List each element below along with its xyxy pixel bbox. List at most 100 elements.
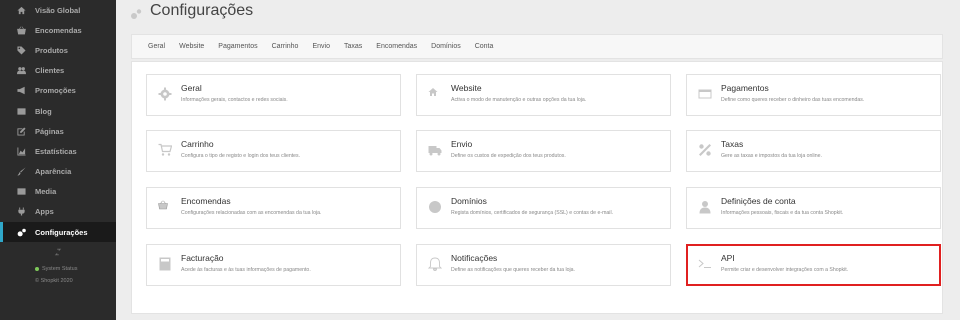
settings-card-api[interactable]: API Permite criar e desenvolver integraçõ… — [686, 244, 941, 286]
card-title: Geral — [181, 83, 202, 93]
card-description: Informações pessoais, fiscais e da tua c… — [721, 210, 844, 216]
settings-card-facturacao[interactable]: Facturação Acede às facturas e às tuas in… — [146, 244, 401, 286]
chart-icon — [16, 146, 26, 156]
sidebar-item-configuracoes[interactable]: Configurações — [0, 222, 116, 243]
tab-encomendas[interactable]: Encomendas — [376, 43, 417, 50]
sidebar-item-promocoes[interactable]: Promoções — [0, 81, 116, 101]
sidebar-item-label: Media — [35, 187, 57, 197]
card-description: Define as notificações que queres recebe… — [451, 267, 576, 273]
sidebar-item-label: Blog — [35, 106, 52, 116]
tag-icon — [16, 45, 26, 55]
edit-icon — [16, 126, 26, 136]
card-description: Regista domínios, certificados de segura… — [451, 210, 614, 216]
tab-website[interactable]: Website — [179, 43, 204, 50]
card-description: Gere as taxas e impostos da tua loja onl… — [721, 153, 822, 159]
card-description: Permite criar e desenvolver integrações … — [721, 267, 849, 273]
sidebar-item-label: Promoções — [35, 86, 76, 96]
sidebar-item-label: Apps — [35, 207, 54, 217]
calculator-icon — [158, 257, 172, 271]
basket-icon — [16, 25, 26, 35]
home-icon — [16, 5, 26, 15]
card-description: Define como queres receber o dinheiro da… — [721, 97, 865, 103]
card-description: Configura o tipo de registo e login dos … — [181, 153, 301, 159]
card-title: Envio — [451, 139, 473, 149]
card-description: Informações gerais, contactos e redes so… — [181, 97, 288, 103]
settings-card-notificacoes[interactable]: Notificações Define as notificações que q… — [416, 244, 671, 286]
settings-card-website[interactable]: Website Activa o modo de manutenção e out… — [416, 74, 671, 116]
cogs-icon — [16, 227, 26, 237]
sidebar-item-clientes[interactable]: Clientes — [0, 61, 116, 81]
sidebar-item-media[interactable]: Media — [0, 182, 116, 202]
tab-taxas[interactable]: Taxas — [344, 43, 362, 50]
home-icon — [428, 87, 442, 101]
card-title: Domínios — [451, 196, 487, 206]
cart-icon — [158, 143, 173, 157]
app-root: Visão Global Encomendas Produtos Clientes Pr… — [0, 0, 960, 320]
settings-panel: Geral Informações gerais, contactos e red… — [131, 61, 943, 314]
settings-tabs: Geral Website Pagamentos Carrinho Envio Taxas… — [131, 34, 943, 59]
card-description: Configurações relacionadas com as encome… — [181, 210, 322, 216]
sidebar-item-blog[interactable]: Blog — [0, 101, 116, 121]
sidebar-item-encomendas[interactable]: Encomendas — [0, 20, 116, 40]
card-title: Pagamentos — [721, 83, 769, 93]
settings-card-definicoes-de-conta[interactable]: Definições de conta Informações pessoais,… — [686, 187, 941, 229]
bell-icon — [427, 257, 443, 271]
card-title: Definições de conta — [721, 196, 796, 206]
megaphone-icon — [16, 86, 26, 96]
card-title: Taxas — [721, 139, 744, 149]
sidebar-item-aparencia[interactable]: Aparência — [0, 162, 116, 182]
sidebar-nav: Visão Global Encomendas Produtos Clientes Pr… — [0, 0, 116, 243]
sidebar-item-estatisticas[interactable]: Estatísticas — [0, 141, 116, 161]
card-description: Activa o modo de manutenção e outras opç… — [451, 97, 587, 103]
sidebar: Visão Global Encomendas Produtos Clientes Pr… — [0, 0, 116, 320]
brush-icon — [16, 167, 26, 177]
basket-icon — [158, 200, 172, 214]
sidebar-item-label: Clientes — [35, 66, 65, 76]
sidebar-item-label: Aparência — [35, 167, 72, 177]
card-title: Website — [451, 83, 482, 93]
user-icon — [698, 200, 712, 214]
settings-card-taxas[interactable]: Taxas Gere as taxas e impostos da tua loj… — [686, 130, 941, 172]
status-dot — [35, 266, 39, 271]
settings-card-envio[interactable]: Envio Define os custos de expedição dos t… — [416, 130, 671, 172]
copyright: © Shopkit 2020 — [35, 278, 73, 285]
image-icon — [16, 187, 26, 197]
sidebar-item-apps[interactable]: Apps — [0, 202, 116, 222]
sidebar-item-label: Visão Global — [35, 5, 81, 15]
tab-dominios[interactable]: Domínios — [431, 43, 461, 50]
system-status-label: System Status — [42, 266, 78, 273]
card-title: Facturação — [181, 253, 224, 263]
card-title: Carrinho — [181, 139, 214, 149]
tab-pagamentos[interactable]: Pagamentos — [218, 43, 257, 50]
collapse-arrows-icon — [54, 249, 62, 256]
sidebar-item-label: Páginas — [35, 126, 64, 136]
settings-card-carrinho[interactable]: Carrinho Configura o tipo de registo e lo… — [146, 130, 401, 172]
sidebar-item-label: Estatísticas — [35, 146, 77, 156]
card-description: Acede às facturas e às tuas informações … — [181, 267, 311, 273]
collapse-sidebar-button[interactable] — [0, 242, 116, 262]
settings-card-dominios[interactable]: Domínios Regista domínios, certificados d… — [416, 187, 671, 229]
tab-envio[interactable]: Envio — [312, 43, 330, 50]
system-status[interactable]: System Status — [0, 264, 116, 274]
settings-card-geral[interactable]: Geral Informações gerais, contactos e red… — [146, 74, 401, 116]
tab-carrinho[interactable]: Carrinho — [272, 43, 299, 50]
settings-card-pagamentos[interactable]: Pagamentos Define como queres receber o d… — [686, 74, 941, 116]
card-title: API — [721, 253, 735, 263]
sidebar-item-label: Produtos — [35, 45, 68, 55]
settings-card-encomendas[interactable]: Encomendas Configurações relacionadas com… — [146, 187, 401, 229]
tab-geral[interactable]: Geral — [148, 43, 165, 50]
sidebar-item-produtos[interactable]: Produtos — [0, 40, 116, 60]
gear-icon — [158, 87, 172, 101]
percent-icon — [698, 143, 712, 157]
credit-card-icon — [698, 87, 712, 101]
card-title: Notificações — [451, 253, 498, 263]
cogs-icon — [130, 7, 142, 19]
sidebar-item-visao-global[interactable]: Visão Global — [0, 0, 116, 20]
terminal-icon — [698, 257, 712, 271]
card-title: Encomendas — [181, 196, 231, 206]
truck-icon — [428, 143, 442, 157]
sidebar-item-label: Encomendas — [35, 25, 82, 35]
tab-conta[interactable]: Conta — [475, 43, 494, 50]
globe-icon — [428, 200, 442, 214]
sidebar-item-paginas[interactable]: Páginas — [0, 121, 116, 141]
